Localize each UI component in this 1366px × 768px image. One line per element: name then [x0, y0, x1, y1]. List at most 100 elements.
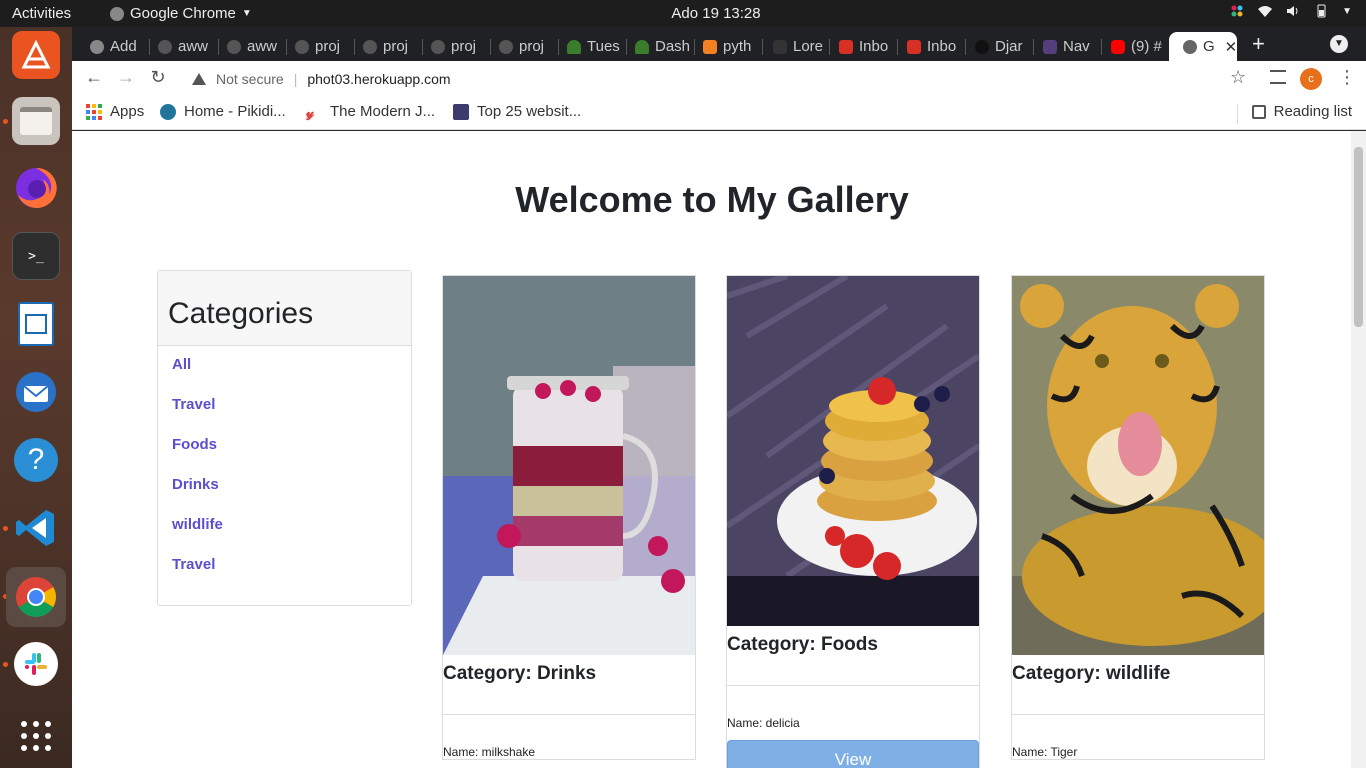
categories-heading: Categories — [158, 271, 411, 346]
show-applications-icon[interactable] — [12, 712, 60, 760]
category-link-travel-2[interactable]: Travel — [172, 556, 411, 596]
globe-icon — [1183, 39, 1197, 54]
files-icon[interactable] — [12, 97, 60, 145]
gmail-icon — [839, 39, 853, 54]
vscode-icon[interactable] — [12, 504, 60, 552]
system-top-bar: Activities Google Chrome ▼ Ado 19 13:28 … — [0, 0, 1366, 27]
reading-list-icon — [1251, 104, 1266, 119]
modern-js-icon: 𝓎 — [306, 103, 315, 120]
gallery-card: Category: Foods Name: delicia View — [725, 273, 981, 768]
category-link-travel[interactable]: Travel — [172, 396, 411, 436]
scrollbar-thumb[interactable] — [1354, 147, 1363, 327]
forward-arrow-icon[interactable]: → — [114, 67, 138, 88]
tab[interactable]: Tues — [553, 32, 621, 61]
tab-search-icon[interactable]: ▼ — [1330, 35, 1348, 53]
help-icon[interactable]: ? — [12, 436, 60, 484]
card-category: Category: Foods — [727, 626, 979, 686]
tab[interactable]: aww — [213, 32, 281, 61]
tab-active[interactable]: G ✕ — [1169, 32, 1237, 61]
wifi-icon[interactable] — [1258, 4, 1273, 18]
tab[interactable]: Dash — [621, 32, 689, 61]
url-text[interactable]: phot03.herokuapp.com — [307, 71, 450, 87]
slack-tray-icon[interactable] — [1230, 4, 1244, 18]
kebab-menu-icon[interactable]: ⋮ — [1338, 67, 1356, 88]
card-category: Category: Drinks — [443, 655, 695, 715]
profile-avatar[interactable]: c — [1300, 68, 1322, 90]
tiger-photo[interactable] — [1012, 276, 1282, 655]
category-link-drinks[interactable]: Drinks — [172, 476, 411, 516]
page-title: Welcome to My Gallery — [515, 179, 909, 220]
bookmark-top25[interactable]: Top 25 websit... — [453, 103, 581, 120]
github-icon — [363, 39, 377, 54]
tab[interactable]: Lore — [759, 32, 827, 61]
reload-icon[interactable]: ↻ — [146, 67, 170, 88]
ubuntu-software-icon[interactable] — [12, 31, 60, 79]
bookmark-star-icon[interactable]: ☆ — [1230, 67, 1246, 88]
libreoffice-writer-icon[interactable] — [12, 300, 60, 348]
tree-icon — [635, 39, 649, 54]
page-scrollbar[interactable] — [1351, 131, 1366, 768]
dock: >_ ? — [0, 27, 72, 768]
category-link-foods[interactable]: Foods — [172, 436, 411, 476]
category-link-wildlife[interactable]: wildlife — [172, 516, 411, 556]
tab[interactable]: proj — [417, 32, 485, 61]
milkshake-jar-photo[interactable] — [443, 276, 695, 655]
power-menu-icon[interactable]: ▼ — [1342, 6, 1352, 17]
tab[interactable]: proj — [281, 32, 349, 61]
tab[interactable]: Inbo — [825, 32, 893, 61]
gallery-card: Category: Drinks Name: milkshake — [442, 275, 696, 760]
firefox-icon[interactable] — [12, 164, 60, 212]
tds-icon — [453, 103, 469, 120]
bootstrap-icon — [1043, 39, 1057, 54]
tab[interactable]: aww — [144, 32, 212, 61]
categories-panel: Categories All Travel Foods Drinks wildl… — [157, 270, 412, 606]
medium-icon — [975, 39, 989, 54]
terminal-icon[interactable]: >_ — [12, 232, 60, 280]
close-tab-icon[interactable]: ✕ — [1225, 38, 1237, 56]
tab[interactable]: Djar — [961, 32, 1029, 61]
system-tray[interactable]: ▼ — [1230, 4, 1352, 18]
bookmark-pikidi[interactable]: Home - Pikidi... — [160, 103, 286, 120]
github-icon — [295, 39, 309, 54]
bookmarks-bar: Apps Home - Pikidi... 𝓎 The Modern J... … — [72, 97, 1366, 130]
doc-icon — [773, 39, 787, 54]
tab[interactable]: Nav — [1029, 32, 1097, 61]
github-icon — [158, 39, 172, 54]
pancakes-photo[interactable] — [725, 273, 981, 626]
youtube-icon — [1111, 39, 1125, 54]
media-control-icon[interactable] — [1270, 70, 1286, 84]
page-viewport: Welcome to My Gallery Categories All Tra… — [72, 131, 1366, 768]
tab[interactable]: Inbo — [893, 32, 961, 61]
warning-icon[interactable] — [192, 73, 206, 85]
card-name: Name: milkshake — [443, 745, 536, 759]
gallery-card: Category: wildlife Name: Tiger — [1011, 275, 1282, 760]
github-icon — [431, 39, 445, 54]
card-category: Category: wildlife — [1012, 655, 1264, 715]
tab[interactable]: proj — [485, 32, 553, 61]
tab-strip: Add aww aww proj proj proj proj Tues Das… — [72, 27, 1366, 61]
category-link-all[interactable]: All — [172, 356, 411, 396]
slack-icon[interactable] — [12, 640, 60, 688]
wordpress-icon — [160, 103, 176, 120]
chrome-dock-icon[interactable] — [6, 567, 66, 627]
tab[interactable]: Add — [76, 32, 148, 61]
tree-icon — [567, 39, 581, 54]
tab[interactable]: pyth — [689, 32, 759, 61]
tab[interactable]: proj — [349, 32, 417, 61]
battery-icon[interactable] — [1314, 4, 1328, 18]
stackoverflow-icon — [703, 39, 717, 54]
back-arrow-icon[interactable]: ← — [82, 67, 106, 88]
volume-icon[interactable] — [1286, 4, 1300, 18]
bookmark-apps[interactable]: Apps — [86, 103, 144, 120]
tab[interactable]: (9) # — [1097, 32, 1165, 61]
view-button[interactable]: View — [727, 740, 979, 768]
thunderbird-icon[interactable] — [12, 368, 60, 416]
new-tab-icon[interactable]: + — [1252, 31, 1265, 57]
address-bar[interactable]: Not secure | phot03.herokuapp.com — [180, 65, 1260, 93]
bookmark-modern-js[interactable]: 𝓎 The Modern J... — [306, 103, 435, 120]
category-list: All Travel Foods Drinks wildlife Travel — [158, 346, 411, 596]
reading-list[interactable]: Reading list — [1251, 103, 1352, 120]
clock[interactable]: Ado 19 13:28 — [0, 5, 1366, 22]
apps-grid-icon — [86, 103, 102, 120]
security-label[interactable]: Not secure — [216, 71, 284, 87]
